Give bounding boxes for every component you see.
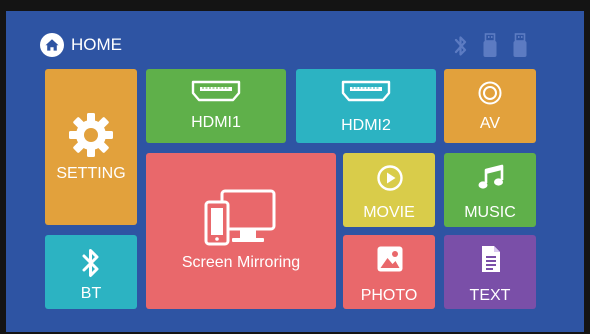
movie-tile[interactable]: MOVIE <box>343 153 435 227</box>
hdmi-port-icon <box>341 80 391 102</box>
document-icon <box>482 246 500 272</box>
screen-mirroring-tile[interactable]: Screen Mirroring <box>146 153 336 309</box>
bt-tile[interactable]: BT <box>45 235 137 309</box>
hdmi2-tile[interactable]: HDMI2 <box>296 69 436 143</box>
bluetooth-icon <box>82 249 99 277</box>
photo-tile[interactable]: PHOTO <box>343 235 435 309</box>
photo-icon <box>377 246 403 272</box>
hdmi1-tile[interactable]: HDMI1 <box>146 69 286 143</box>
av-input-icon <box>478 81 502 105</box>
home-icon[interactable] <box>40 33 64 57</box>
music-tile[interactable]: MUSIC <box>444 153 536 227</box>
bt-label: BT <box>80 285 102 302</box>
screen-mirroring-label: Screen Mirroring <box>181 254 301 271</box>
setting-label: SETTING <box>56 165 126 182</box>
usb-drive-icon <box>483 33 497 57</box>
music-note-icon <box>478 164 504 189</box>
home-screen: HOME SETTING HDMI1 HDMI2 AV Screen Mirro… <box>6 11 584 332</box>
music-label: MUSIC <box>464 204 516 221</box>
av-label: AV <box>479 115 501 132</box>
hdmi-port-icon <box>191 80 241 102</box>
photo-label: PHOTO <box>360 287 418 304</box>
movie-label: MOVIE <box>363 204 415 221</box>
hdmi2-label: HDMI2 <box>341 117 391 134</box>
setting-tile[interactable]: SETTING <box>45 69 137 225</box>
play-icon <box>377 165 403 191</box>
bluetooth-icon <box>454 36 467 56</box>
home-label: HOME <box>71 35 122 54</box>
hdmi1-label: HDMI1 <box>191 114 241 131</box>
phone-monitor-icon <box>204 189 276 246</box>
usb-drive-icon <box>513 33 527 57</box>
av-tile[interactable]: AV <box>444 69 536 143</box>
text-label: TEXT <box>469 287 511 304</box>
gear-icon <box>69 113 113 157</box>
text-tile[interactable]: TEXT <box>444 235 536 309</box>
